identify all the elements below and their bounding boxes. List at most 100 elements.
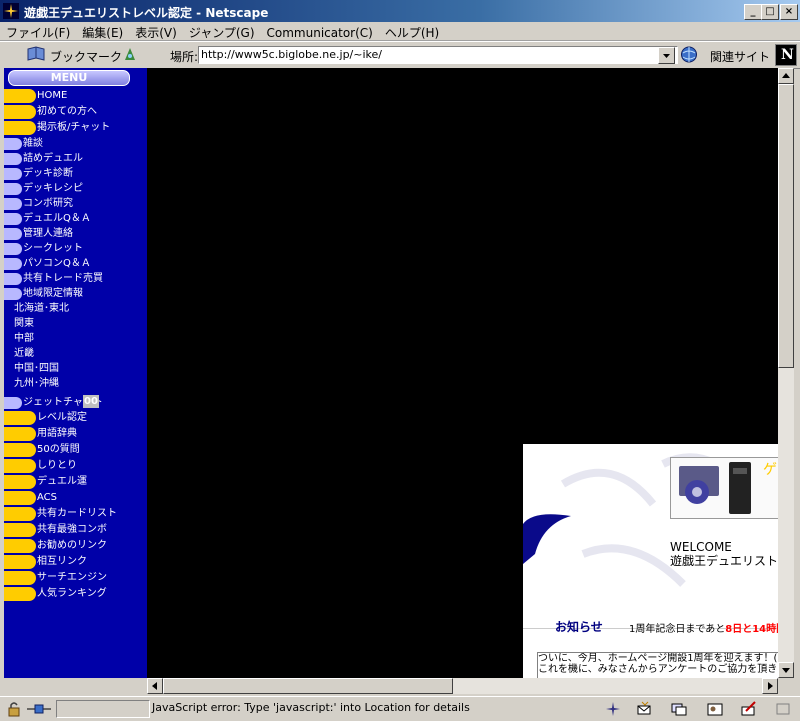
sidebar-item-label: パソコンQ＆Ａ: [23, 258, 91, 269]
sidebar-item[interactable]: 中部: [4, 331, 147, 346]
menu-help[interactable]: ヘルプ(H): [379, 22, 445, 41]
sidebar-item[interactable]: デッキ診断: [4, 166, 147, 181]
page-proxy-icon[interactable]: [122, 46, 138, 62]
sidebar-item[interactable]: ジェットチャット 00: [4, 395, 147, 410]
menu-view[interactable]: 表示(V): [129, 22, 183, 41]
sidebar-item-label: 初めての方へ: [37, 106, 97, 117]
sidebar-item[interactable]: コンボ研究: [4, 196, 147, 211]
chevron-down-icon: [663, 54, 670, 58]
sidebar-item[interactable]: シークレット: [4, 241, 147, 256]
sidebar-item[interactable]: お勧めのリンク: [4, 538, 147, 553]
sidebar-item[interactable]: 人気ランキング: [4, 586, 147, 601]
scroll-up-button[interactable]: [778, 68, 794, 84]
navigator-icon[interactable]: [604, 701, 622, 717]
notice-line-1: ついに、今月、ホームページ開設1周年を迎えます！(^: [538, 653, 778, 664]
scroll-corner: [778, 678, 794, 694]
url-dropdown-button[interactable]: [658, 47, 675, 64]
notice-line-2: これを機に、みなさんからアンケートのご協力を頂きたく: [538, 664, 778, 675]
composer-icon[interactable]: [740, 701, 758, 717]
menu-tab-icon: [4, 443, 36, 457]
menu-tab-icon: [4, 89, 36, 103]
sidebar-item[interactable]: しりとり: [4, 458, 147, 473]
menu-go[interactable]: ジャンプ(G): [183, 22, 261, 41]
sidebar-item[interactable]: HOME: [4, 88, 147, 103]
sidebar-item[interactable]: パソコンQ＆Ａ: [4, 256, 147, 271]
globe-icon[interactable]: [680, 46, 698, 63]
sidebar-item[interactable]: 相互リンク: [4, 554, 147, 569]
sidebar-item[interactable]: 共有カードリスト: [4, 506, 147, 521]
minimize-icon: _: [750, 6, 756, 17]
sidebar-item[interactable]: デュエルQ＆Ａ: [4, 211, 147, 226]
minimize-button[interactable]: _: [744, 4, 762, 20]
horizontal-scrollbar[interactable]: [147, 678, 778, 694]
sidebar-item-label: コンボ研究: [23, 198, 73, 209]
horizontal-scroll-thumb[interactable]: [163, 678, 453, 694]
sidebar-item[interactable]: 掲示板/チャット: [4, 120, 147, 135]
menu-file[interactable]: ファイル(F): [0, 22, 76, 41]
vertical-scroll-thumb[interactable]: [778, 84, 794, 368]
sidebar-item-label: 地域限定情報: [23, 288, 83, 299]
newsgroups-icon[interactable]: [670, 701, 688, 717]
arrow-down-icon: [782, 668, 790, 673]
maximize-button[interactable]: □: [761, 4, 779, 20]
news-heading: お知らせ: [555, 620, 603, 634]
netscape-logo[interactable]: N: [775, 44, 797, 66]
bookmark-book-icon[interactable]: [26, 46, 46, 62]
related-sites-button[interactable]: 関連サイト: [710, 48, 770, 65]
sidebar-item[interactable]: 用語辞典: [4, 426, 147, 441]
sidebar-item[interactable]: 九州･沖縄: [4, 376, 147, 391]
menu-tab-icon: [4, 491, 36, 505]
location-label: 場所:: [170, 50, 199, 64]
lock-icon[interactable]: [6, 701, 22, 717]
sidebar-item-label: 人気ランキング: [37, 588, 107, 599]
menu-communicator[interactable]: Communicator(C): [261, 24, 379, 40]
sidebar-item[interactable]: レベル認定: [4, 410, 147, 425]
sidebar-item[interactable]: ACS: [4, 490, 147, 505]
menu-tab-icon: [4, 411, 36, 425]
sidebar-item[interactable]: 詰めデュエル: [4, 151, 147, 166]
sidebar-item-label: シークレット: [23, 243, 83, 254]
sidebar-item-label: 共有最強コンボ: [37, 524, 107, 535]
sidebar-item-label: 掲示板/チャット: [37, 122, 111, 133]
scroll-down-button[interactable]: [778, 662, 794, 678]
menu-header: MENU: [8, 70, 130, 86]
sidebar-item[interactable]: 50の質問: [4, 442, 147, 457]
menu-tab-icon: [4, 288, 22, 300]
menu-bar: ファイル(F) 編集(E) 表示(V) ジャンプ(G) Communicator(C) ヘ…: [0, 22, 800, 41]
sidebar-item[interactable]: 近畿: [4, 346, 147, 361]
sidebar-item[interactable]: 共有最強コンボ: [4, 522, 147, 537]
menu-tab-icon: [4, 168, 22, 180]
sidebar-item[interactable]: 関東: [4, 316, 147, 331]
sidebar-item-label: デッキレシピ: [23, 183, 83, 194]
menu-tab-icon: [4, 459, 36, 473]
scroll-left-button[interactable]: [147, 678, 163, 694]
sidebar-item[interactable]: 地域限定情報: [4, 286, 147, 301]
bookmarks-button[interactable]: ブックマーク: [50, 48, 122, 65]
sidebar-item[interactable]: 中国･四国: [4, 361, 147, 376]
sidebar-item[interactable]: 雑談: [4, 136, 147, 151]
menu-tab-icon: [4, 273, 22, 285]
close-button[interactable]: ×: [780, 4, 798, 20]
sidebar-item[interactable]: 初めての方へ: [4, 104, 147, 119]
scroll-right-button[interactable]: [762, 678, 778, 694]
menu-tab-icon: [4, 153, 22, 165]
sidebar-item[interactable]: 管理人連絡: [4, 226, 147, 241]
sidebar-item[interactable]: 共有トレード売買: [4, 271, 147, 286]
notice-textarea[interactable]: ついに、今月、ホームページ開設1周年を迎えます！(^ これを機に、みなさんからア…: [537, 652, 778, 678]
menu-edit[interactable]: 編集(E): [76, 22, 129, 41]
menu-tab-icon: [4, 258, 22, 270]
sidebar-item-label: レベル認定: [37, 412, 87, 423]
sidebar-item[interactable]: デッキレシピ: [4, 181, 147, 196]
sidebar-item[interactable]: サーチエンジン: [4, 570, 147, 585]
mail-icon[interactable]: [636, 701, 654, 717]
sidebar-item[interactable]: デュエル運: [4, 474, 147, 489]
vertical-scrollbar[interactable]: [778, 68, 794, 678]
sidebar-item-label: 用語辞典: [37, 428, 77, 439]
netscape-logo-letter: N: [781, 47, 794, 63]
sidebar-item-label: 関東: [14, 318, 34, 329]
welcome-site-name: 遊戯王デュエリストレ: [670, 554, 778, 568]
address-book-icon[interactable]: [706, 701, 724, 717]
sidebar-item[interactable]: 北海道･東北: [4, 301, 147, 316]
countdown-prefix: 1周年記念日まであと: [629, 624, 726, 635]
url-input[interactable]: http://www5c.biglobe.ne.jp/~ike/: [198, 46, 678, 64]
